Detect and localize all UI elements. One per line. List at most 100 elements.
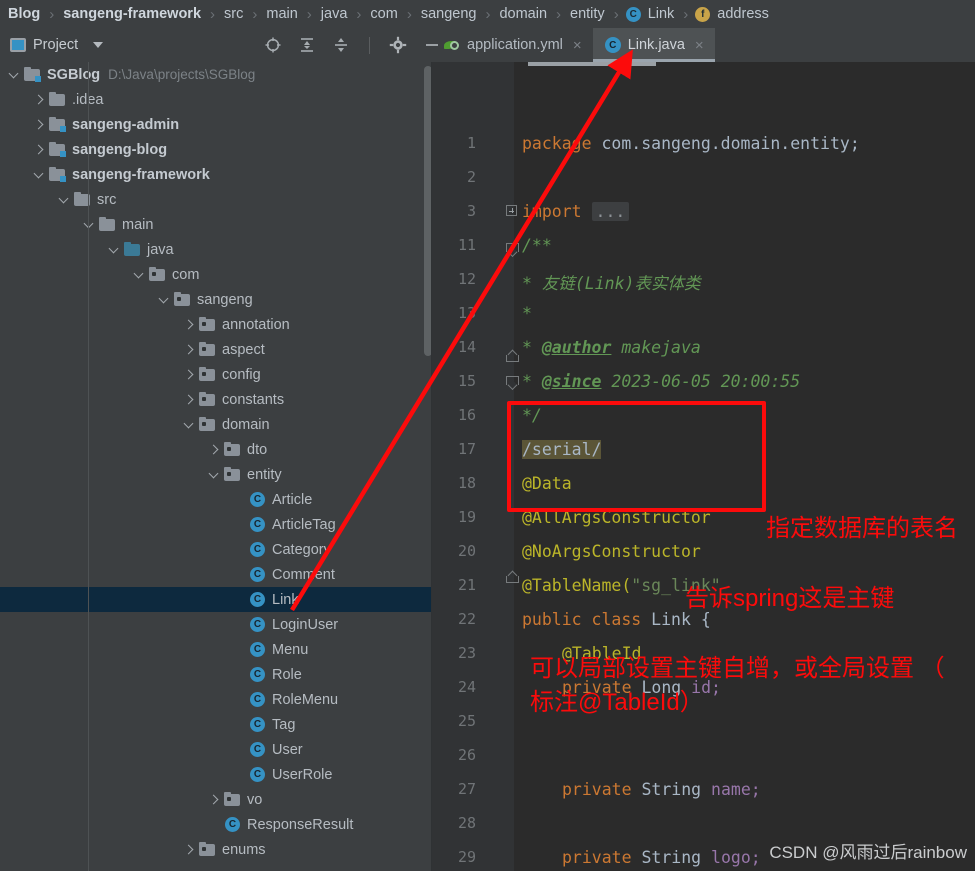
breadcrumb-item-address[interactable]: f address [695,6,771,22]
project-toolwindow-button[interactable]: Project [0,37,250,53]
tree-item-folder[interactable]: aspect [0,337,432,362]
tree-item-class[interactable]: C Article [0,487,432,512]
editor-tab-application-yml[interactable]: application.yml × [432,28,593,62]
chevron-right-icon[interactable] [183,318,196,331]
tree-item-class[interactable]: C ArticleTag [0,512,432,537]
serial-fold-placeholder[interactable]: /serial/ [522,440,602,459]
tree-item-folder[interactable]: constants [0,387,432,412]
chevron-down-icon[interactable] [8,68,21,81]
breadcrumb-item-link[interactable]: C Link [625,6,677,22]
code-editor[interactable]: 1 2 3 11 12 13 14 15 16 17 18 19 20 21 22 23 24 25 26 27 28 2… [432,62,975,871]
project-tree[interactable]: SGBlogD:\Java\projects\SGBlog.ideasangen… [0,62,432,871]
tree-item-label: sangeng-blog [72,141,168,158]
tree-item-class[interactable]: C Tag [0,712,432,737]
breadcrumb-item-domain[interactable]: domain [497,6,549,22]
tree-item-folder[interactable]: annotation [0,312,432,337]
line-number: 28 [457,814,476,832]
chevron-down-icon[interactable] [183,418,196,431]
breadcrumb-label: entity [570,6,605,22]
chevron-right-icon[interactable] [183,843,196,856]
tree-item-folder[interactable]: main [0,212,432,237]
code-line-19: @AllArgsConstructor [522,508,711,527]
line-number: 16 [457,406,476,424]
breadcrumb-item-blog[interactable]: Blog [6,6,42,22]
chevron-right-icon[interactable] [33,93,46,106]
chevron-down-icon[interactable] [133,268,146,281]
tree-item-folder[interactable]: sangeng [0,287,432,312]
chevron-right-icon[interactable] [183,368,196,381]
chevron-down-icon[interactable] [208,468,221,481]
editor-tab-Link-java[interactable]: C Link.java × [592,28,715,62]
import-fold-placeholder[interactable]: ... [591,202,630,221]
code-line-22: public class Link { [522,610,711,629]
close-icon[interactable]: × [573,37,582,54]
tree-item-folder[interactable]: domain [0,412,432,437]
tree-item-class[interactable]: C RoleMenu [0,687,432,712]
breadcrumb-item-main[interactable]: main [264,6,299,22]
class-icon: C [249,642,266,657]
tree-item-folder[interactable]: entity [0,462,432,487]
collapse-all-icon[interactable] [332,36,350,54]
tree-item-class[interactable]: C Role [0,662,432,687]
breadcrumb-item-com[interactable]: com [368,6,399,22]
annotation-text-autoincrement: 可以局部设置主键自增，或全局设置 （ [530,655,945,682]
editor-gutter[interactable]: 1 2 3 11 12 13 14 15 16 17 18 19 20 21 22 23 24 25 26 27 28 2… [432,62,514,871]
tree-item-folder[interactable]: com [0,262,432,287]
chevron-right-icon[interactable] [33,143,46,156]
chevron-right-icon[interactable] [33,118,46,131]
tree-item-class[interactable]: C Link [0,587,432,612]
tree-item-folder[interactable]: .idea [0,87,432,112]
line-number: 23 [457,644,476,662]
breadcrumb: Blog › sangeng-framework › src › main › java › com… [0,0,975,28]
breadcrumb-item-sangeng[interactable]: sangeng [419,6,479,22]
settings-gear-icon[interactable] [389,36,407,54]
close-icon[interactable]: × [695,37,704,54]
class-icon: C [249,767,266,782]
tree-item-class[interactable]: C Menu [0,637,432,662]
tree-item-class[interactable]: C ResponseResult [0,812,432,837]
tree-item-folder[interactable]: sangeng-blog [0,137,432,162]
tree-item-class[interactable]: C Comment [0,562,432,587]
line-number: 27 [457,780,476,798]
tree-item-label: sangeng-framework [72,166,210,183]
chevron-right-icon[interactable] [208,443,221,456]
field-icon: f [695,6,711,22]
chevron-down-icon[interactable] [58,193,71,206]
tree-item-folder[interactable]: java [0,237,432,262]
breadcrumb-item-src[interactable]: src [222,6,245,22]
breadcrumb-separator: › [556,5,562,23]
chevron-right-icon[interactable] [208,793,221,806]
tree-item-folder[interactable]: SGBlog D:\Java\projects\SGBlog [0,62,432,87]
chevron-down-icon[interactable] [108,243,121,256]
chevron-down-icon[interactable] [33,168,46,181]
tree-item-class[interactable]: C Category [0,537,432,562]
chevron-down-icon[interactable] [158,293,171,306]
tree-item-folder[interactable]: src [0,187,432,212]
code-line-20: @NoArgsConstructor [522,542,701,561]
chevron-right-icon[interactable] [183,343,196,356]
tree-no-arrow [233,493,246,506]
breadcrumb-item-java[interactable]: java [319,6,350,22]
tree-item-class[interactable]: C User [0,737,432,762]
chevron-down-icon[interactable] [83,218,96,231]
tree-item-folder[interactable]: sangeng-admin [0,112,432,137]
tree-item-class[interactable]: C LoginUser [0,612,432,637]
chevron-down-icon[interactable] [93,42,104,48]
locate-icon[interactable] [264,36,282,54]
tree-item-folder[interactable]: enums [0,837,432,862]
tree-item-folder[interactable]: dto [0,437,432,462]
package-folder [199,317,216,332]
tree-item-folder[interactable]: config [0,362,432,387]
chevron-right-icon[interactable] [183,393,196,406]
code-content[interactable]: package com.sangeng.domain.entity; impor… [514,62,975,871]
tree-item-label: dto [247,441,268,458]
tree-item-folder[interactable]: vo [0,787,432,812]
idea-window: Blog › sangeng-framework › src › main › java › com… [0,0,975,871]
expand-all-icon[interactable] [298,36,316,54]
breadcrumb-item-entity[interactable]: entity [568,6,607,22]
breadcrumb-item-sangeng-framework[interactable]: sangeng-framework [61,6,203,22]
editor-tabs: application.yml × C Link.java × [432,28,715,62]
tree-item-folder[interactable]: sangeng-framework [0,162,432,187]
tree-item-class[interactable]: C UserRole [0,762,432,787]
tree-no-arrow [233,543,246,556]
